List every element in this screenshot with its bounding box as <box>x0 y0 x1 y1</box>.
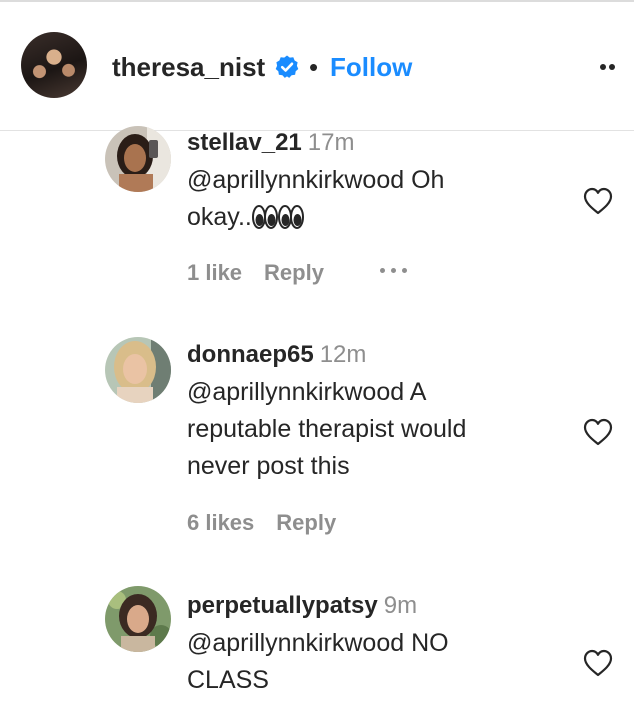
comment-text-line: okay.. <box>187 203 252 231</box>
comment-text: @aprillynnkirkwood A reputable therapist… <box>187 374 547 485</box>
heart-icon[interactable] <box>582 648 614 678</box>
like-count[interactable]: 6 likes <box>187 510 254 535</box>
comment-more-icon[interactable] <box>380 268 414 276</box>
commenter-avatar[interactable] <box>105 337 171 403</box>
header-separator: • <box>309 52 319 82</box>
author-avatar[interactable] <box>21 32 87 98</box>
comment-text-line: @aprillynnkirkwood NO <box>187 629 449 657</box>
author-username[interactable]: theresa_nist <box>112 50 265 84</box>
reply-button[interactable]: Reply <box>264 260 324 285</box>
post-header: theresa_nist • Follow <box>0 2 634 131</box>
eyes-emoji-icon <box>251 203 304 242</box>
avatar-photo <box>105 337 171 403</box>
comment-time: 17m <box>307 129 355 156</box>
follow-button[interactable]: Follow <box>330 50 412 84</box>
comment-username[interactable]: perpetuallypatsy <box>187 592 378 619</box>
commenter-avatar[interactable] <box>105 586 171 652</box>
avatar-photo <box>105 586 171 652</box>
verified-badge-icon <box>275 55 299 78</box>
comment-text-line: reputable therapist would <box>187 415 467 443</box>
comment-username[interactable]: donnaep65 <box>187 341 314 368</box>
heart-icon[interactable] <box>582 186 614 216</box>
comment-username[interactable]: stellav_21 <box>187 129 302 156</box>
comment-text: @aprillynnkirkwood NO CLASS <box>187 625 547 699</box>
comment-text-line: @aprillynnkirkwood Oh <box>187 166 445 194</box>
commenter-avatar[interactable] <box>105 126 171 192</box>
heart-icon[interactable] <box>582 417 614 447</box>
more-options-icon[interactable] <box>600 64 624 74</box>
comment-text-line: @aprillynnkirkwood A <box>187 378 427 406</box>
like-count[interactable]: 1 like <box>187 260 242 285</box>
comment-text-line: CLASS <box>187 666 269 694</box>
comment-text-line: never post this <box>187 452 350 480</box>
avatar-photo <box>105 126 171 192</box>
comment-time: 9m <box>383 592 418 619</box>
comment-time: 12m <box>319 341 367 368</box>
comment-text: @aprillynnkirkwood Oh okay.. <box>187 162 547 242</box>
reply-button[interactable]: Reply <box>276 510 336 535</box>
